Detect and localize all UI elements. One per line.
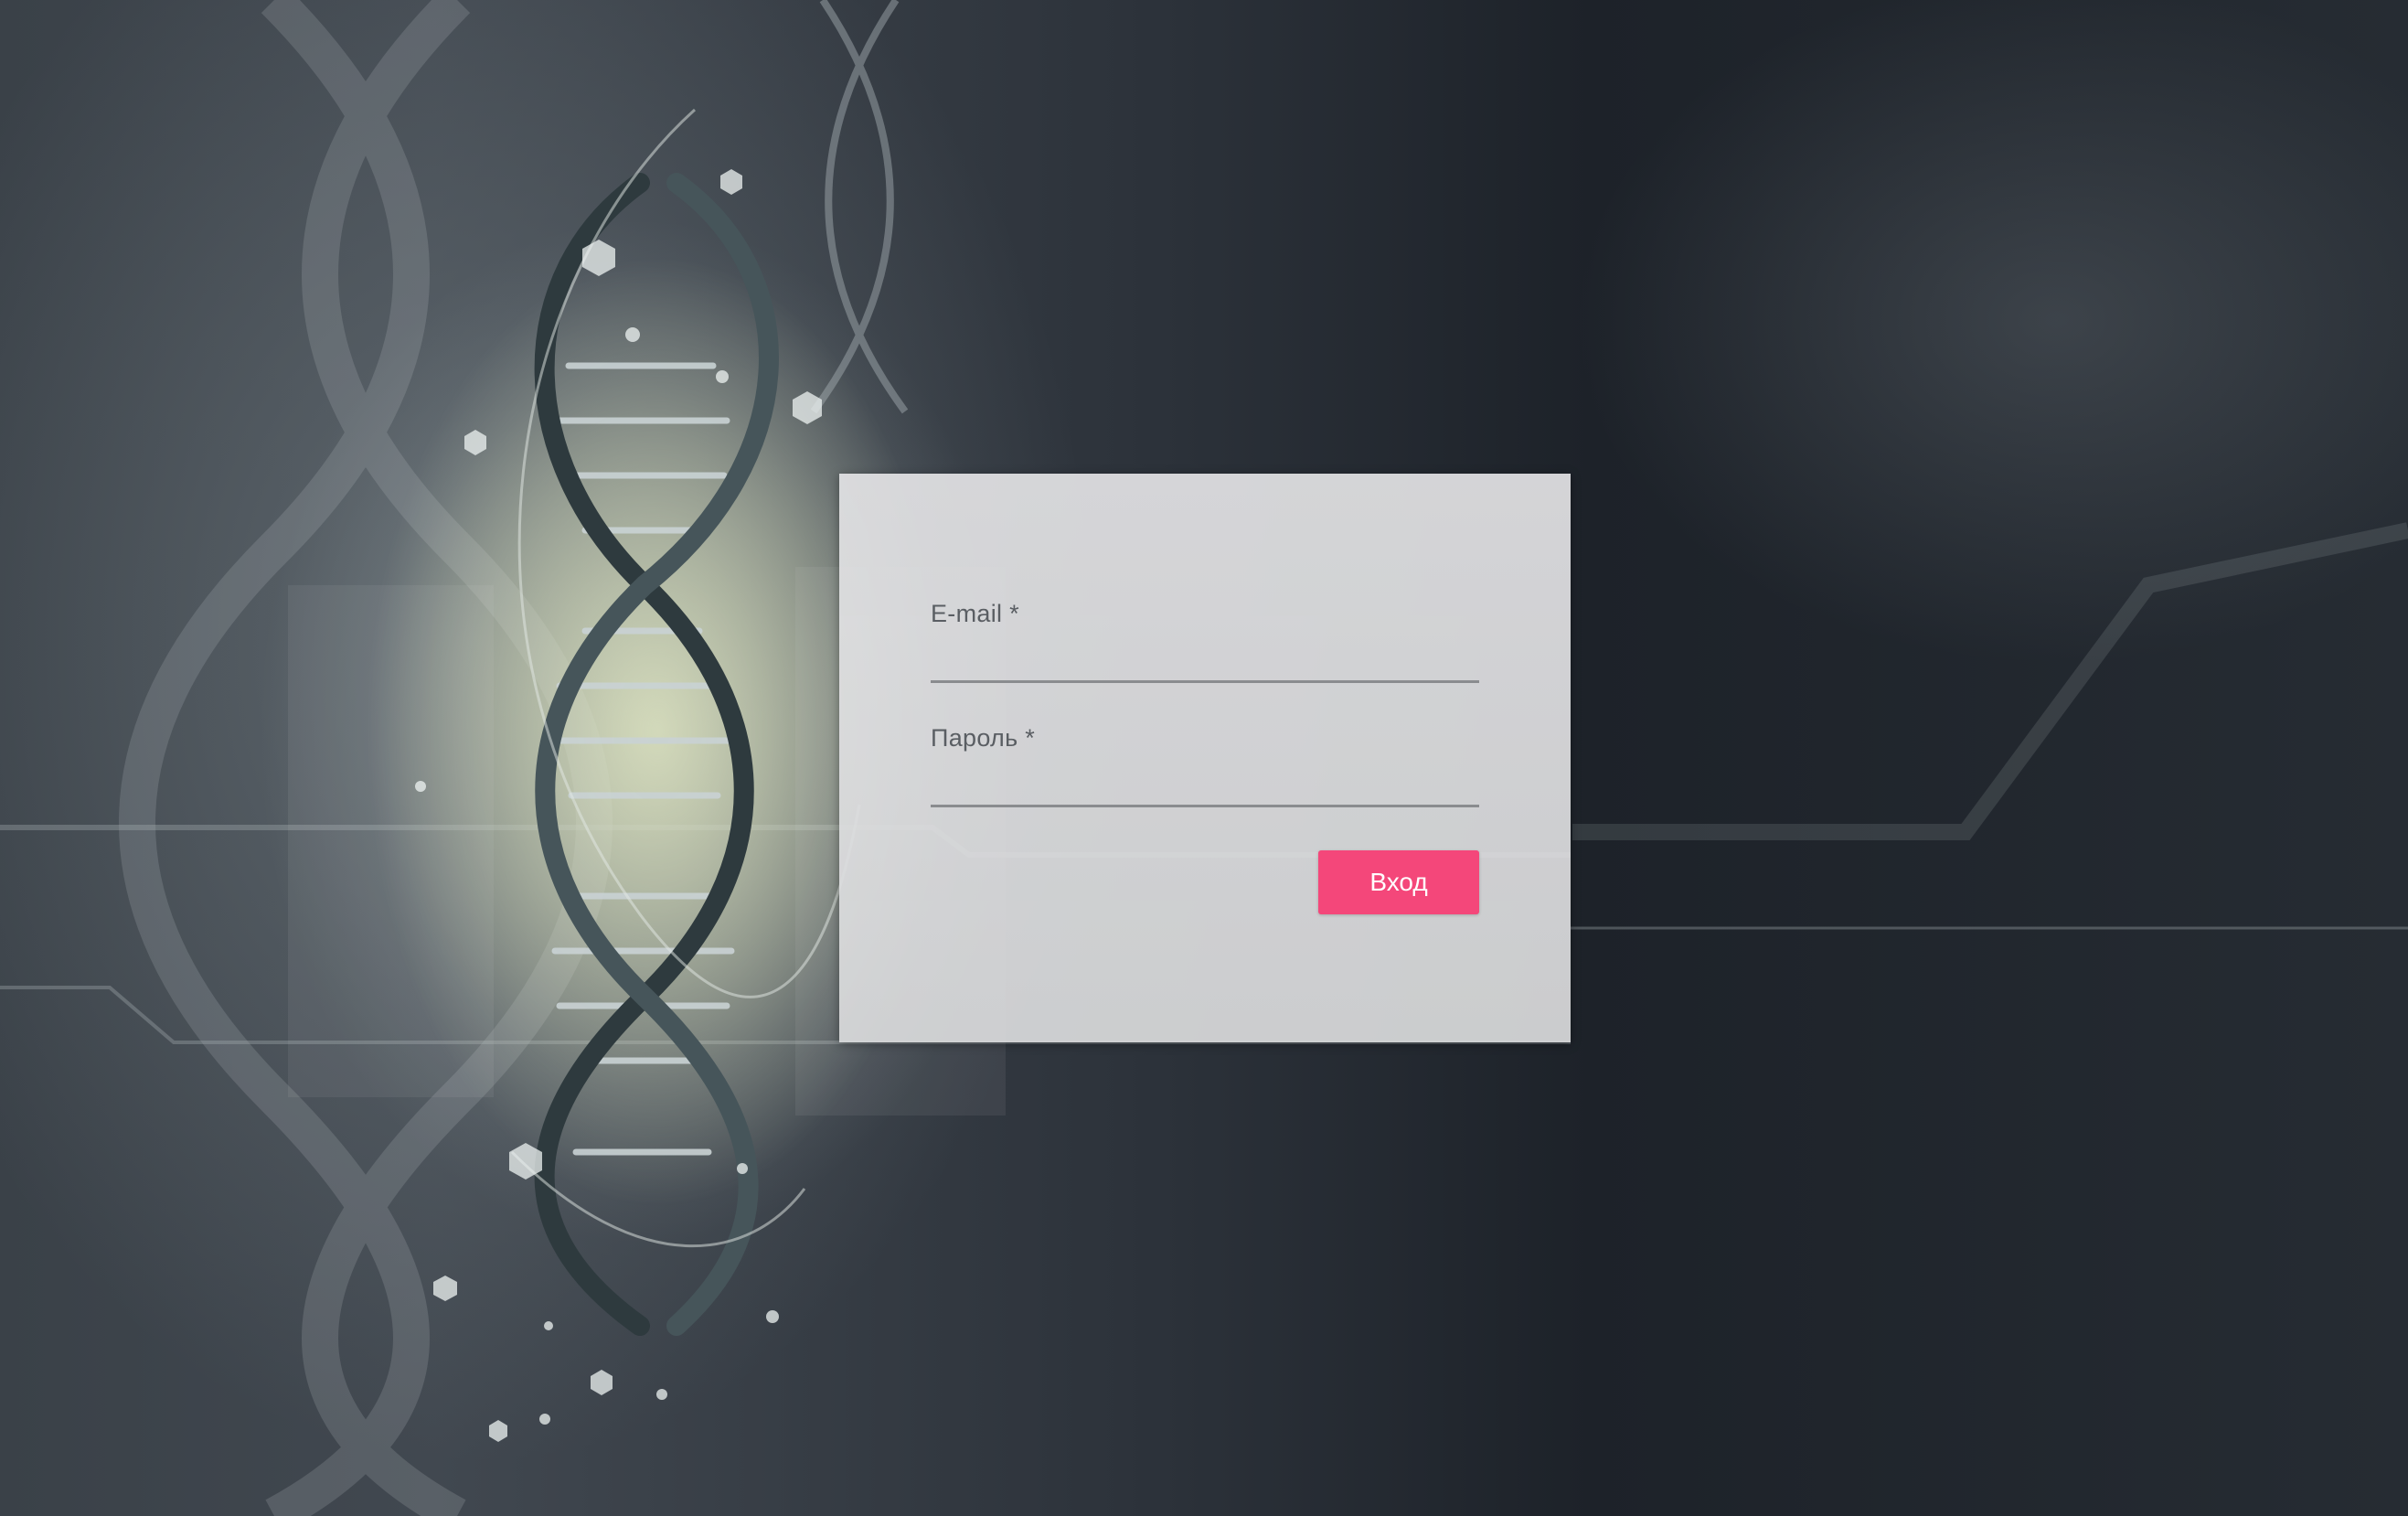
- email-label: E-mail *: [931, 600, 1019, 627]
- password-label: Пароль *: [931, 724, 1036, 752]
- login-button[interactable]: Вход: [1318, 850, 1479, 914]
- email-field-group: E-mail *: [931, 600, 1479, 683]
- email-input[interactable]: [931, 635, 1479, 683]
- password-input[interactable]: [931, 760, 1479, 807]
- password-field-group: Пароль *: [931, 724, 1479, 807]
- login-page: E-mail * Пароль * Вход: [0, 0, 2408, 1516]
- login-form: E-mail * Пароль * Вход: [839, 474, 1571, 1042]
